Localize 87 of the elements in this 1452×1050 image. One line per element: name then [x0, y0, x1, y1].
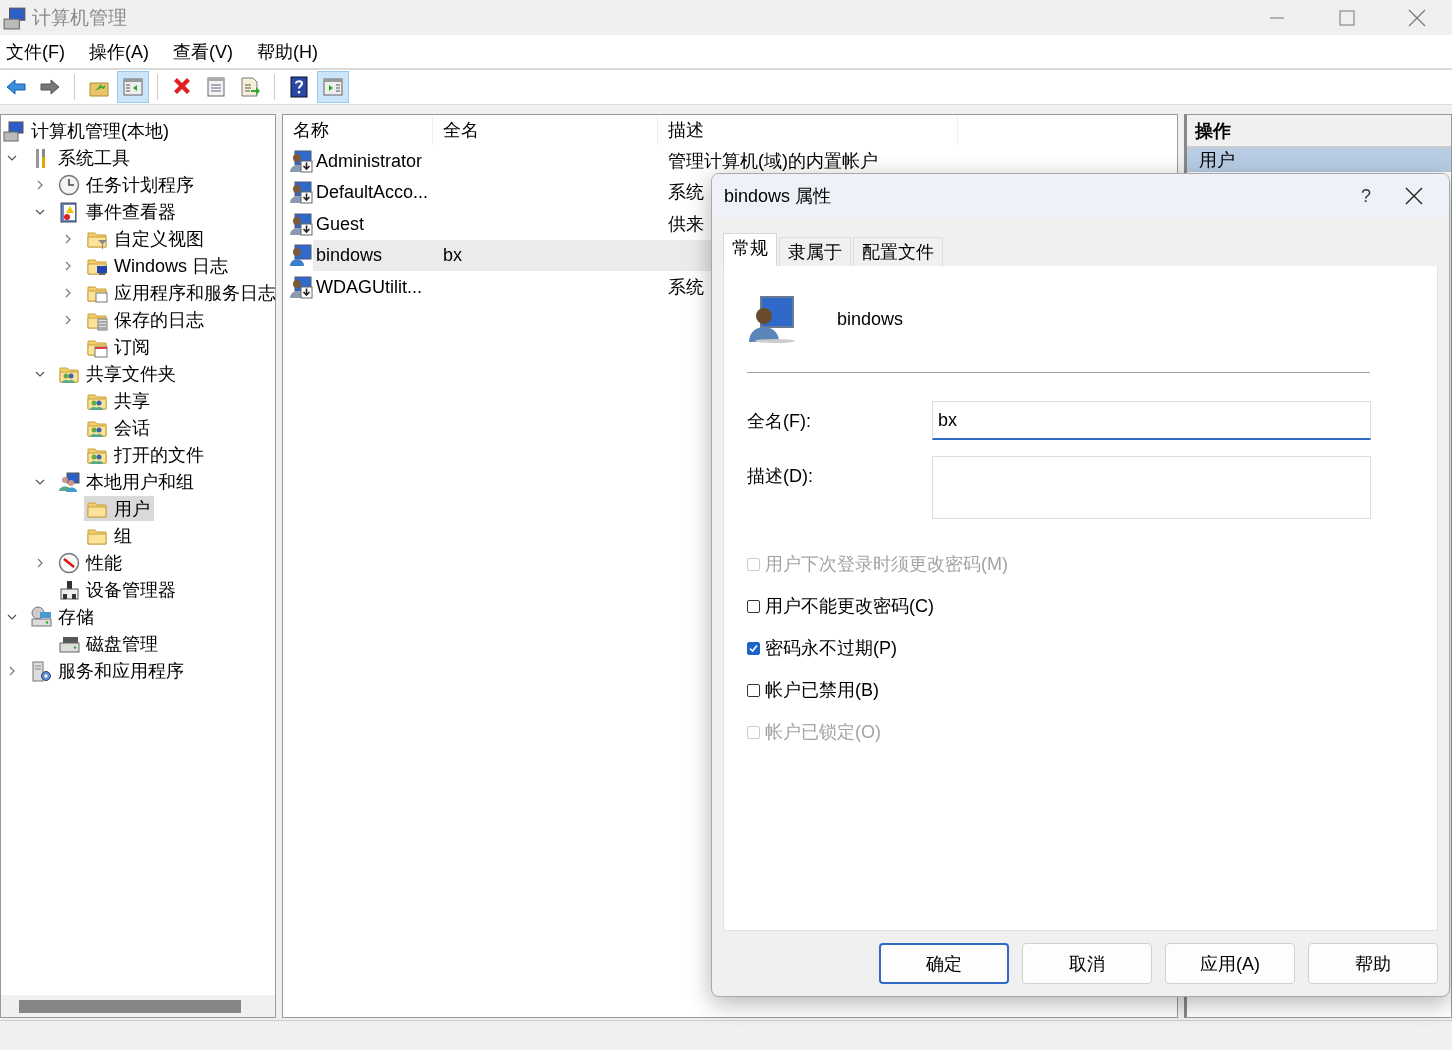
checkbox-label: 用户下次登录时须更改密码(M) — [765, 553, 1008, 576]
show-tree-icon — [122, 76, 144, 98]
checkbox[interactable] — [747, 683, 760, 697]
table-cell: Administrator — [316, 149, 423, 172]
menu-item[interactable]: 查看(V) — [173, 39, 257, 64]
table-cell: 系统 — [668, 276, 704, 297]
table-cell: WDAGUtilit... — [316, 275, 422, 298]
tree-item[interactable]: 会话 — [84, 415, 154, 440]
tree-item[interactable]: 本地用户和组 — [56, 469, 198, 494]
dialog-button[interactable]: 帮助 — [1308, 943, 1438, 984]
checkbox-label: 帐户已锁定(O) — [765, 721, 881, 744]
tree-item[interactable]: 性能 — [56, 550, 126, 575]
dialog-title: bindows 属性 — [724, 185, 833, 208]
checkbox-label: 密码永不过期(P) — [765, 637, 897, 660]
tab[interactable]: 配置文件 — [853, 237, 943, 266]
tab[interactable]: 隶属于 — [779, 237, 851, 266]
tree-item[interactable]: 磁盘管理 — [56, 631, 162, 656]
tree-item[interactable]: 存储 — [28, 604, 98, 629]
tree-item[interactable]: 服务和应用程序 — [28, 658, 188, 683]
scrollbar-thumb[interactable] — [19, 999, 241, 1013]
export-list-icon — [239, 76, 261, 98]
tree-item[interactable]: 保存的日志 — [84, 307, 208, 332]
tree-item[interactable]: 打开的文件 — [84, 442, 208, 467]
help-button[interactable]: ? — [1351, 185, 1381, 207]
menu-item[interactable]: 文件(F) — [6, 39, 89, 64]
table-cell: bx — [443, 245, 462, 266]
checkbox-label: 帐户已禁用(B) — [765, 679, 879, 702]
dialog-button[interactable]: 确定 — [879, 943, 1009, 984]
tree-item[interactable]: 设备管理器 — [56, 577, 180, 602]
gauge-icon — [58, 551, 80, 574]
event-log-icon — [58, 200, 80, 223]
clock-icon — [58, 173, 80, 196]
help-icon — [288, 76, 310, 98]
checkbox-label: 用户不能更改密码(C) — [765, 595, 934, 618]
tree-item[interactable]: 组 — [84, 523, 136, 548]
user-name: bindows — [837, 308, 904, 330]
section-header[interactable]: 用户 — [1187, 148, 1451, 172]
tree-item[interactable]: 共享文件夹 — [56, 361, 180, 386]
tree-item[interactable]: 事件查看器 — [56, 199, 180, 224]
description-field[interactable] — [932, 456, 1371, 519]
full-name-field[interactable]: bx — [932, 401, 1371, 440]
user-icon — [747, 294, 797, 344]
table-cell: DefaultAcco... — [316, 181, 429, 204]
field-label: 全名(F): — [747, 410, 812, 433]
tree-item[interactable]: 计算机管理(本地) — [1, 118, 173, 143]
table-cell: bindows — [316, 244, 383, 267]
table-cell: 系统 — [668, 182, 704, 203]
menu-item[interactable]: 操作(A) — [89, 39, 173, 64]
field-label: 描述(D): — [747, 465, 814, 488]
storage-icon — [30, 605, 52, 628]
dialog-button[interactable]: 取消 — [1022, 943, 1152, 984]
tab[interactable]: 常规 — [723, 233, 777, 266]
tree-item[interactable]: 用户 — [84, 496, 154, 521]
table-cell: 供来 — [668, 213, 704, 234]
window-title: 计算机管理 — [32, 5, 127, 30]
column-header[interactable]: 全名 — [433, 115, 658, 145]
tree-item[interactable]: 应用程序和服务日志 — [84, 280, 275, 305]
tree-item[interactable]: 自定义视图 — [84, 226, 208, 251]
computer-icon — [3, 119, 25, 142]
tree-item[interactable]: 共享 — [84, 388, 154, 413]
properties-icon — [205, 76, 227, 98]
disabled-user-icon — [289, 274, 313, 299]
dialog-button[interactable]: 应用(A) — [1165, 943, 1295, 984]
server-icon — [30, 659, 52, 682]
pane-title: 操作 — [1187, 115, 1451, 148]
table-cell: 管理计算机(域)的内置帐户 — [668, 150, 878, 171]
app-icon — [2, 5, 28, 30]
column-header[interactable]: 描述 — [658, 115, 958, 145]
close-icon[interactable] — [1405, 187, 1423, 205]
tree-item[interactable]: 任务计划程序 — [56, 172, 198, 197]
checkbox[interactable] — [747, 641, 760, 655]
user-icon — [289, 243, 313, 268]
tree-item[interactable]: 订阅 — [84, 334, 154, 359]
column-header[interactable]: 名称 — [283, 115, 433, 145]
disabled-user-icon — [289, 148, 313, 173]
disabled-user-icon — [289, 180, 313, 205]
device-icon — [58, 578, 80, 601]
tree-item[interactable]: 系统工具 — [28, 145, 134, 170]
disabled-user-icon — [289, 211, 313, 236]
tree-item[interactable]: Windows 日志 — [84, 253, 233, 278]
forward-icon — [39, 76, 61, 98]
show-pane-icon — [322, 76, 344, 98]
back-icon — [5, 76, 27, 98]
checkbox[interactable] — [747, 599, 760, 613]
users-icon — [58, 470, 80, 493]
table-cell: Guest — [316, 212, 365, 235]
menu-item[interactable]: 帮助(H) — [257, 39, 342, 64]
